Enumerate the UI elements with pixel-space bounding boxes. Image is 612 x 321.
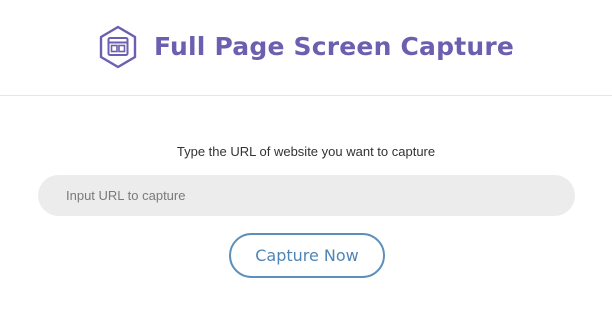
url-input[interactable] — [38, 175, 575, 216]
browser-window-hexagon-icon — [98, 25, 138, 69]
capture-instructions: Type the URL of website you want to capt… — [176, 144, 436, 159]
header: Full Page Screen Capture — [0, 0, 612, 96]
capture-now-button[interactable]: Capture Now — [229, 233, 385, 278]
app-title: Full Page Screen Capture — [153, 32, 515, 61]
